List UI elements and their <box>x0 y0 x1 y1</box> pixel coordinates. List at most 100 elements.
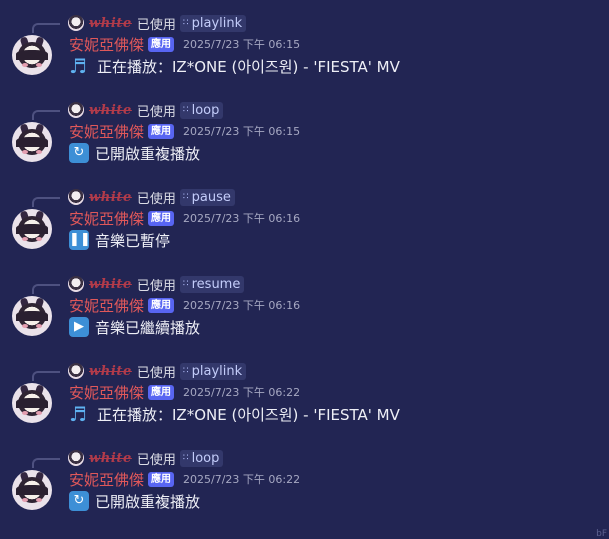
avatar-hair <box>16 398 48 408</box>
pause-icon: ❚❚ <box>69 230 91 250</box>
avatar-cheek-left <box>22 498 28 502</box>
reply-context[interactable]: white 已使用 ∷ resume <box>68 275 245 294</box>
author-name[interactable]: 安妮亞佛傑 <box>69 382 144 403</box>
app-badge: 應用 <box>148 210 175 226</box>
message-text: 已開啟重複播放 <box>95 492 201 511</box>
message-timestamp[interactable]: 2025/7/23 下午 06:22 <box>183 471 300 487</box>
author-name[interactable]: 安妮亞佛傑 <box>69 208 144 229</box>
app-badge: 應用 <box>148 384 175 400</box>
bot-avatar[interactable] <box>12 35 52 75</box>
message-text: 正在播放：IZ*ONE (아이즈원) - 'FIESTA' MV <box>97 57 400 76</box>
message-text: 已開啟重複播放 <box>95 144 201 163</box>
reply-connector <box>32 110 60 120</box>
avatar-hair <box>16 311 48 321</box>
slash-command-icon: ∷ <box>182 279 189 289</box>
command-mention[interactable]: ∷ loop <box>179 101 224 119</box>
avatar-cheek-right <box>36 498 42 502</box>
author-name[interactable]: 安妮亞佛傑 <box>69 121 144 142</box>
chat-log: white 已使用 ∷ playlink 安妮亞佛傑 應用 2025/7/23 下午 06:… <box>0 0 609 539</box>
bot-avatar[interactable] <box>12 383 52 423</box>
slash-command-icon: ∷ <box>182 192 189 202</box>
avatar-cheek-right <box>36 63 42 67</box>
message-content: ♬ 正在播放：IZ*ONE (아이즈원) - 'FIESTA' MV <box>69 55 400 77</box>
avatar-hair <box>16 50 48 60</box>
corner-text: bF <box>596 529 607 539</box>
bot-avatar[interactable] <box>12 296 52 336</box>
reply-user-avatar[interactable] <box>68 450 84 466</box>
reply-context[interactable]: white 已使用 ∷ playlink <box>68 362 247 381</box>
reply-username[interactable]: white <box>89 103 132 118</box>
slash-command-icon: ∷ <box>182 453 189 463</box>
reply-user-avatar[interactable] <box>68 102 84 118</box>
reply-user-avatar[interactable] <box>68 363 84 379</box>
command-mention[interactable]: ∷ playlink <box>179 362 247 380</box>
message-timestamp[interactable]: 2025/7/23 下午 06:16 <box>183 297 300 313</box>
reply-context[interactable]: white 已使用 ∷ pause <box>68 188 235 207</box>
message-header: 安妮亞佛傑 應用 2025/7/23 下午 06:15 <box>69 34 300 54</box>
message-text: 音樂已繼續播放 <box>95 318 201 337</box>
command-mention[interactable]: ∷ loop <box>179 449 224 467</box>
author-name[interactable]: 安妮亞佛傑 <box>69 34 144 55</box>
command-name: resume <box>191 276 241 292</box>
reply-username[interactable]: white <box>89 16 132 31</box>
app-badge: 應用 <box>148 36 175 52</box>
chat-message[interactable]: white 已使用 ∷ loop 安妮亞佛傑 應用 2025/7/23 下午 06:22 ↻ 已… <box>0 449 609 533</box>
avatar-cheek-left <box>22 63 28 67</box>
command-mention[interactable]: ∷ pause <box>179 188 235 206</box>
reply-connector <box>32 284 60 294</box>
avatar-cheek-right <box>36 237 42 241</box>
command-name: loop <box>191 102 220 118</box>
chat-message[interactable]: white 已使用 ∷ pause 安妮亞佛傑 應用 2025/7/23 下午 06:16 ❚… <box>0 188 609 272</box>
command-mention[interactable]: ∷ playlink <box>179 14 247 32</box>
message-header: 安妮亞佛傑 應用 2025/7/23 下午 06:22 <box>69 382 300 402</box>
bot-avatar[interactable] <box>12 122 52 162</box>
reply-context[interactable]: white 已使用 ∷ playlink <box>68 14 247 33</box>
bot-avatar[interactable] <box>12 209 52 249</box>
bot-avatar[interactable] <box>12 470 52 510</box>
used-command-text: 已使用 <box>136 191 176 207</box>
message-header: 安妮亞佛傑 應用 2025/7/23 下午 06:16 <box>69 295 300 315</box>
reply-user-avatar[interactable] <box>68 276 84 292</box>
message-content: ▶ 音樂已繼續播放 <box>69 316 200 338</box>
avatar-hair <box>16 485 48 495</box>
used-command-text: 已使用 <box>136 104 176 120</box>
reply-username[interactable]: white <box>89 364 132 379</box>
reply-context[interactable]: white 已使用 ∷ loop <box>68 449 224 468</box>
slash-command-icon: ∷ <box>182 366 189 376</box>
message-timestamp[interactable]: 2025/7/23 下午 06:16 <box>183 210 300 226</box>
reply-user-avatar[interactable] <box>68 15 84 31</box>
message-content: ❚❚ 音樂已暫停 <box>69 229 170 251</box>
message-text: 音樂已暫停 <box>95 231 171 250</box>
message-text: 正在播放：IZ*ONE (아이즈원) - 'FIESTA' MV <box>97 405 400 424</box>
used-command-text: 已使用 <box>136 17 176 33</box>
chat-message[interactable]: white 已使用 ∷ loop 安妮亞佛傑 應用 2025/7/23 下午 06:15 ↻ 已… <box>0 101 609 185</box>
message-timestamp[interactable]: 2025/7/23 下午 06:22 <box>183 384 300 400</box>
author-name[interactable]: 安妮亞佛傑 <box>69 295 144 316</box>
repeat-icon: ↻ <box>69 491 89 511</box>
reply-connector <box>32 458 60 468</box>
reply-connector <box>32 23 60 33</box>
message-timestamp[interactable]: 2025/7/23 下午 06:15 <box>183 36 300 52</box>
slash-command-icon: ∷ <box>182 105 189 115</box>
author-name[interactable]: 安妮亞佛傑 <box>69 469 144 490</box>
command-name: loop <box>191 450 220 466</box>
avatar-cheek-right <box>36 411 42 415</box>
message-content: ↻ 已開啟重複播放 <box>69 142 200 164</box>
used-command-text: 已使用 <box>136 452 176 468</box>
message-header: 安妮亞佛傑 應用 2025/7/23 下午 06:16 <box>69 208 300 228</box>
message-content: ↻ 已開啟重複播放 <box>69 490 200 512</box>
reply-username[interactable]: white <box>89 277 132 292</box>
reply-username[interactable]: white <box>89 190 132 205</box>
message-timestamp[interactable]: 2025/7/23 下午 06:15 <box>183 123 300 139</box>
reply-user-avatar[interactable] <box>68 189 84 205</box>
reply-context[interactable]: white 已使用 ∷ loop <box>68 101 224 120</box>
musical-notes-icon: ♬ <box>69 54 87 78</box>
reply-username[interactable]: white <box>89 451 132 466</box>
chat-message[interactable]: white 已使用 ∷ resume 安妮亞佛傑 應用 2025/7/23 下午 06:16… <box>0 275 609 359</box>
chat-message[interactable]: white 已使用 ∷ playlink 安妮亞佛傑 應用 2025/7/23 下午 06:… <box>0 362 609 446</box>
reply-connector <box>32 371 60 381</box>
command-mention[interactable]: ∷ resume <box>179 275 245 293</box>
message-content: ♬ 正在播放：IZ*ONE (아이즈원) - 'FIESTA' MV <box>69 403 400 425</box>
chat-message[interactable]: white 已使用 ∷ playlink 安妮亞佛傑 應用 2025/7/23 下午 06:… <box>0 14 609 98</box>
repeat-icon: ↻ <box>69 143 89 163</box>
